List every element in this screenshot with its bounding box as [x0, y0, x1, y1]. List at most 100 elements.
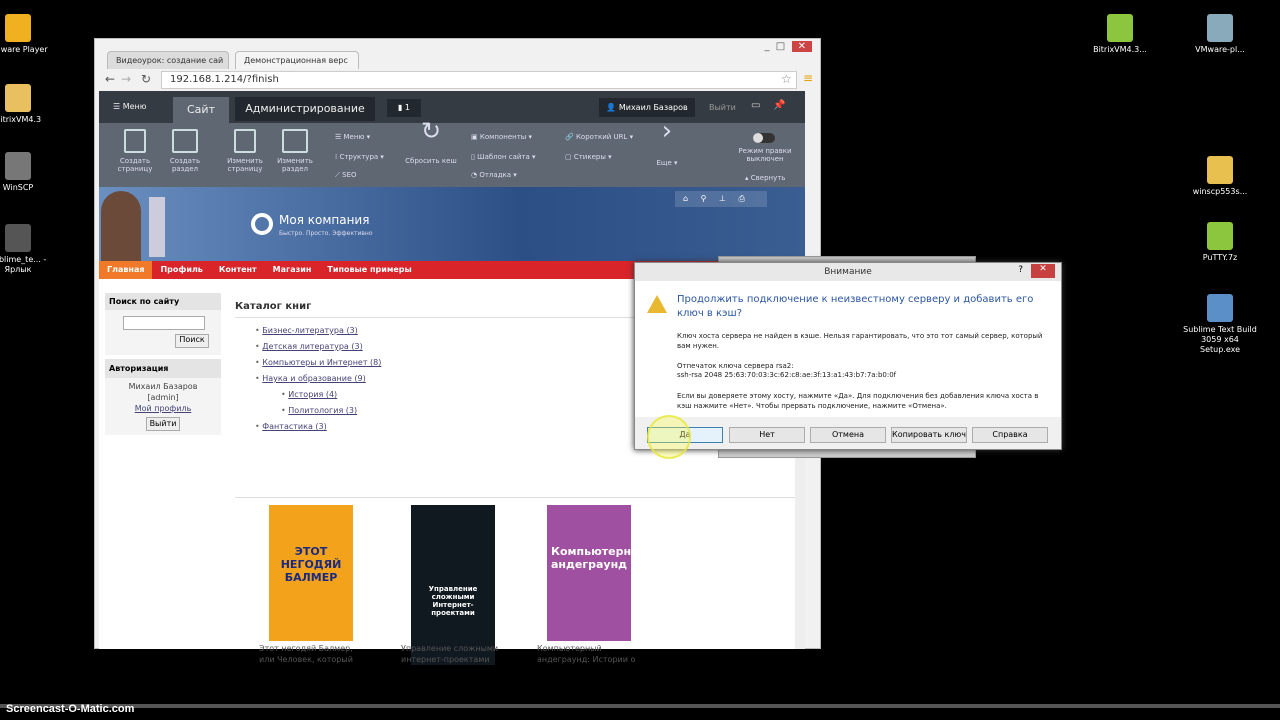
logout-button[interactable]: Выйти	[146, 417, 180, 431]
edit-mode-toggle[interactable]	[753, 133, 775, 143]
home-icon[interactable]: ⌂	[683, 194, 688, 203]
tab-demo[interactable]: Демонстрационная верс	[235, 51, 359, 69]
reload-icon[interactable]: ↻	[141, 72, 151, 86]
desktop-icon[interactable]: sublime_te... - Ярлык	[0, 224, 58, 275]
address-bar[interactable]: 192.168.1.214/?finish	[161, 71, 797, 89]
menu-button[interactable]: ☰ Меню	[113, 102, 147, 111]
pin-icon[interactable]: 📌	[773, 100, 785, 111]
window-icon[interactable]: ▭	[751, 100, 760, 111]
icon-label: VMware-pl...	[1195, 45, 1245, 54]
app-icon	[5, 224, 31, 252]
desktop-icon[interactable]: WinSCP	[0, 152, 58, 193]
tab-admin[interactable]: Администрирование	[235, 97, 375, 121]
user-name: Михаил Базаров	[128, 382, 198, 391]
help-dialog-button[interactable]: Справка	[972, 427, 1048, 443]
category-link[interactable]: Детская литература (3)	[262, 342, 362, 351]
collapse-button[interactable]: ▴ Свернуть	[745, 174, 785, 182]
notifications-button[interactable]: ▮ 1	[387, 99, 421, 117]
admin-panel-top: ☰ Меню Сайт Администрирование ▮ 1 👤 Миха…	[99, 91, 805, 123]
search-button[interactable]: Поиск	[175, 334, 209, 348]
menu-icon[interactable]: ≡	[803, 71, 813, 85]
desktop-icon[interactable]: Sublime Text Build 3059 x64 Setup.exe	[1180, 294, 1260, 355]
star-icon[interactable]: ☆	[781, 72, 792, 86]
forward-icon[interactable]: →	[121, 72, 131, 86]
edit-section-button[interactable]: Изменить раздел	[271, 129, 319, 173]
icon-label: winscp553s...	[1192, 187, 1248, 196]
book-title[interactable]: Компьютерный андеграунд: Истории о	[537, 643, 637, 665]
category-link[interactable]: Фантастика (3)	[262, 422, 326, 431]
menu-item-structure[interactable]: ⁞ Структура ▾	[335, 153, 384, 161]
menu-item-stickers[interactable]: ▢ Стикеры ▾	[565, 153, 612, 161]
search-title: Поиск по сайту	[105, 293, 221, 310]
cover-text: ЭТОТ НЕГОДЯЙ БАЛМЕР	[280, 545, 342, 584]
window-controls[interactable]: _ □ ✕	[764, 41, 812, 52]
category-link[interactable]: Бизнес-литература (3)	[262, 326, 358, 335]
desktop-icon[interactable]: VMware-pl...	[1180, 14, 1260, 55]
tab-site[interactable]: Сайт	[173, 97, 229, 123]
cursor-highlight	[647, 415, 691, 459]
banner-tools[interactable]: ⌂ ⚲ ⊥ ⎙	[675, 191, 767, 207]
logo-icon	[251, 213, 273, 235]
menu-item-template[interactable]: ▯ Шаблон сайта ▾	[471, 153, 536, 161]
copy-key-button[interactable]: Копировать ключ	[891, 427, 967, 443]
host-key-dialog: Внимание ? ✕ Продолжить подключение к не…	[634, 262, 1062, 459]
nav-item[interactable]: Профиль	[152, 261, 210, 279]
app-icon	[5, 84, 31, 112]
book-cover[interactable]: Компьютерный андеграунд	[547, 505, 631, 641]
user-login: [admin]	[147, 393, 179, 402]
watermark: Screencast-O-Matic.com	[6, 703, 135, 715]
menu-item-short-url[interactable]: 🔗 Короткий URL ▾	[565, 133, 633, 141]
no-button[interactable]: Нет	[729, 427, 805, 443]
edit-page-button[interactable]: Изменить страницу	[221, 129, 269, 173]
create-section-button[interactable]: Создать раздел	[163, 129, 207, 173]
app-icon	[5, 14, 31, 42]
more-button[interactable]: › Еще ▾	[647, 118, 687, 167]
site-banner: Моя компания Быстро. Просто. Эффективно …	[99, 187, 805, 261]
icon-label: BitrixVM4.3	[0, 115, 42, 124]
book-cover[interactable]: Управление сложными Интернет-проектами	[411, 505, 495, 665]
book-title[interactable]: Управление сложными интернет-проектами	[401, 643, 501, 665]
search-icon[interactable]: ⚲	[701, 194, 707, 203]
book-cover[interactable]: ЭТОТ НЕГОДЯЙ БАЛМЕР	[269, 505, 353, 641]
tab-video[interactable]: Видеоурок: создание сай	[107, 51, 229, 69]
cover-text: Компьютерный андеграунд	[551, 545, 631, 571]
warning-icon	[647, 295, 667, 313]
category-item: Детская литература (3)	[255, 339, 381, 355]
desktop-icon[interactable]: PuTTY.7z	[1180, 222, 1260, 263]
category-link[interactable]: Наука и образование (9)	[262, 374, 365, 383]
category-link[interactable]: Политология (3)	[288, 406, 357, 415]
menu-item-seo[interactable]: ⟋ SEO	[335, 171, 357, 180]
close-button[interactable]: ✕	[1031, 264, 1055, 278]
dialog-title: Внимание	[635, 263, 1061, 281]
help-button[interactable]: ?	[1018, 265, 1023, 275]
company-name[interactable]: Моя компания	[279, 213, 369, 227]
nav-item[interactable]: Контент	[211, 261, 265, 279]
back-icon[interactable]: ←	[105, 72, 115, 86]
search-input[interactable]	[123, 316, 205, 330]
user-button[interactable]: 👤 Михаил Базаров	[599, 98, 695, 117]
nav-item[interactable]: Главная	[99, 261, 153, 279]
category-link[interactable]: История (4)	[288, 390, 337, 399]
cancel-button[interactable]: Отмена	[810, 427, 886, 443]
profile-link[interactable]: Мой профиль	[135, 404, 192, 413]
reset-cache-button[interactable]: ↻ Сбросить кеш	[405, 119, 457, 165]
create-page-button[interactable]: Создать страницу	[113, 129, 157, 173]
logout-link[interactable]: Выйти	[709, 103, 736, 112]
app-icon	[1207, 294, 1233, 322]
menu-item-components[interactable]: ▣ Компоненты ▾	[471, 133, 532, 141]
menu-item-debug[interactable]: ◔ Отладка ▾	[471, 171, 517, 179]
desktop-icon[interactable]: BitrixVM4.3	[0, 84, 58, 125]
book-title[interactable]: Этот негодяй Балмер, или Человек, которы…	[259, 643, 359, 665]
desktop-icon[interactable]: VMware Player	[0, 14, 58, 55]
nav-item[interactable]: Магазин	[265, 261, 320, 279]
print-icon[interactable]: ⎙	[739, 194, 745, 203]
menu-item-menu[interactable]: ☰ Меню ▾	[335, 133, 370, 141]
desktop-icon[interactable]: winscp553s...	[1180, 156, 1260, 197]
desktop-icon[interactable]: BitrixVM4.3...	[1080, 14, 1160, 55]
app-icon	[1207, 222, 1233, 250]
sitemap-icon[interactable]: ⊥	[719, 194, 726, 203]
auth-title: Авторизация	[105, 359, 221, 378]
category-link[interactable]: Компьютеры и Интернет (8)	[262, 358, 381, 367]
nav-item[interactable]: Типовые примеры	[319, 261, 419, 279]
category-item: Фантастика (3)	[255, 419, 381, 435]
